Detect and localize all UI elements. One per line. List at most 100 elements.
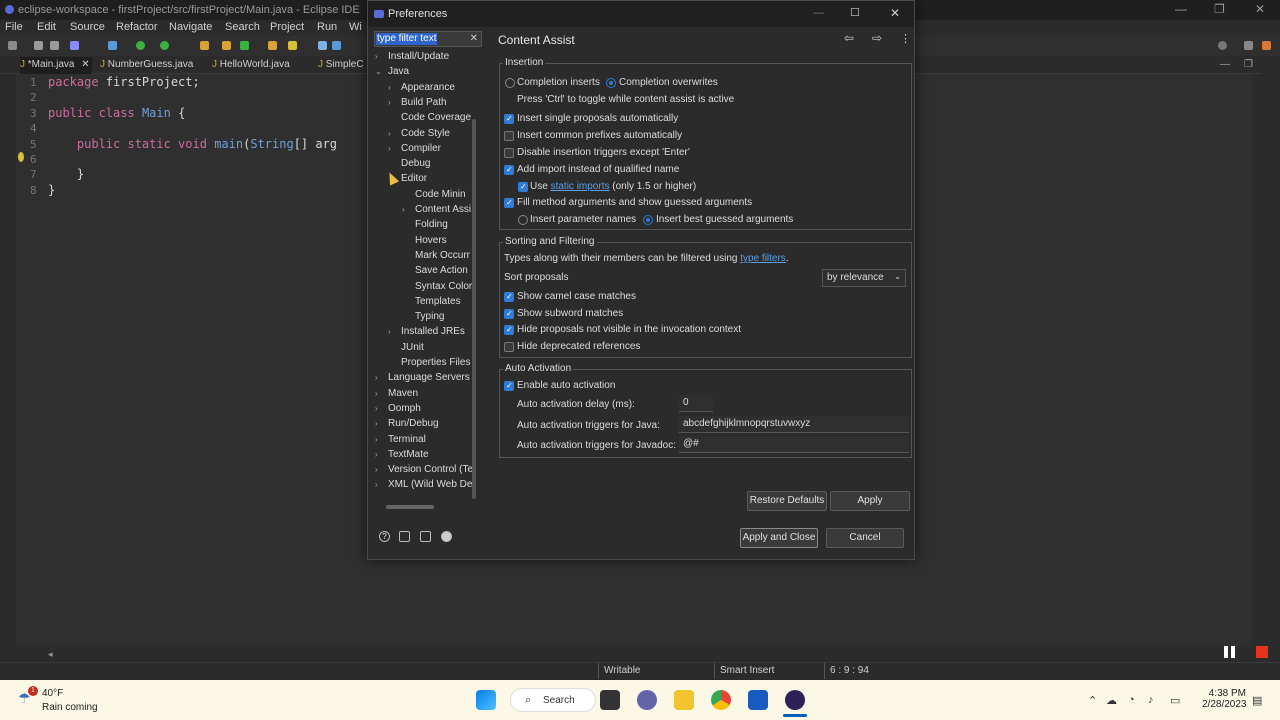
java-triggers-input[interactable]: abcdefghijklmnopqrstuvwxyz — [679, 416, 909, 433]
search-icon[interactable] — [1218, 41, 1227, 50]
insert-best-guessed-label[interactable]: Insert best guessed arguments — [656, 214, 793, 225]
volume-icon[interactable]: ♪ — [1148, 694, 1154, 706]
tree-item[interactable]: Content Assi — [415, 204, 471, 215]
completion-inserts-radio[interactable] — [505, 78, 515, 88]
tab-close-icon[interactable]: ✕ — [81, 59, 89, 70]
insert-param-names-label[interactable]: Insert parameter names — [530, 214, 636, 225]
add-import-label[interactable]: Add import instead of qualified name — [517, 164, 679, 175]
taskbar-clock[interactable]: 4:38 PM 2/28/2023 — [1202, 688, 1247, 710]
restore-defaults-button[interactable]: Restore Defaults — [747, 491, 827, 511]
insert-param-names-radio[interactable] — [518, 215, 528, 225]
chevron-right-icon[interactable]: › — [375, 450, 378, 459]
tab-main-java[interactable]: J *Main.java ✕ — [20, 57, 92, 74]
single-proposals-checkbox[interactable] — [504, 114, 514, 124]
new-class-icon[interactable] — [222, 41, 231, 50]
tree-item[interactable]: Compiler — [401, 143, 441, 154]
open-type-icon[interactable] — [268, 41, 277, 50]
tree-item[interactable]: XML (Wild Web De — [388, 479, 472, 490]
tree-item[interactable]: JUnit — [401, 342, 424, 353]
menu-edit[interactable]: Edit — [37, 21, 56, 33]
code-line[interactable]: } — [48, 167, 84, 181]
scroll-left-icon[interactable]: ◂ — [48, 649, 53, 660]
hide-deprecated-label[interactable]: Hide deprecated references — [517, 341, 640, 352]
horizontal-scrollbar[interactable]: ◂ — [44, 648, 1254, 662]
camel-case-label[interactable]: Show camel case matches — [517, 291, 636, 302]
stop-record-icon[interactable] — [1256, 646, 1268, 658]
pause-icon[interactable] — [1231, 646, 1235, 658]
minimize-editor-icon[interactable]: — — [1220, 59, 1230, 70]
highlight-icon[interactable] — [288, 41, 297, 50]
wifi-icon[interactable]: ◔ — [1128, 694, 1135, 706]
menu-search[interactable]: Search — [225, 21, 260, 33]
type-filters-link[interactable]: type filters — [740, 253, 786, 264]
add-import-checkbox[interactable] — [504, 165, 514, 175]
refresh-icon[interactable] — [240, 41, 249, 50]
quick-fix-icon[interactable] — [18, 152, 24, 162]
chrome-icon[interactable] — [711, 690, 731, 710]
cancel-button[interactable]: Cancel — [826, 528, 904, 548]
common-prefixes-checkbox[interactable] — [504, 131, 514, 141]
code-line[interactable]: public class Main { — [48, 106, 185, 120]
pause-icon[interactable] — [1224, 646, 1228, 658]
tree-item[interactable]: Mark Occurr — [415, 250, 470, 261]
chevron-right-icon[interactable]: › — [375, 419, 378, 428]
tree-item[interactable]: Folding — [415, 219, 448, 230]
tree-item[interactable]: Install/Update — [388, 51, 449, 62]
task-view-icon[interactable] — [600, 690, 620, 710]
tree-item[interactable]: Templates — [415, 296, 461, 307]
disable-triggers-label[interactable]: Disable insertion triggers except 'Enter… — [517, 147, 690, 158]
menu-navigate[interactable]: Navigate — [169, 21, 212, 33]
chevron-down-icon[interactable]: ⌄ — [375, 67, 382, 76]
chevron-right-icon[interactable]: › — [388, 144, 391, 153]
oomph-record-icon[interactable] — [441, 531, 452, 542]
run-icon[interactable] — [136, 41, 145, 50]
chevron-right-icon[interactable]: › — [375, 52, 378, 61]
chevron-right-icon[interactable]: › — [388, 129, 391, 138]
delay-input[interactable]: 0 — [679, 395, 713, 412]
java-perspective-icon[interactable] — [1262, 41, 1271, 50]
disable-triggers-checkbox[interactable] — [504, 148, 514, 158]
chevron-right-icon[interactable]: › — [375, 480, 378, 489]
javadoc-triggers-input[interactable]: @# — [679, 436, 909, 453]
tree-item[interactable]: Debug — [401, 158, 430, 169]
tree-item[interactable]: Oomph — [388, 403, 421, 414]
tree-item[interactable]: Run/Debug — [388, 418, 439, 429]
notifications-icon[interactable]: ▤ — [1252, 694, 1262, 707]
close-icon[interactable]: ✕ — [890, 6, 900, 20]
tree-horizontal-scrollbar[interactable] — [386, 505, 434, 509]
completion-inserts-label[interactable]: Completion inserts — [517, 77, 600, 88]
new-icon[interactable] — [8, 41, 17, 50]
completion-overwrites-radio[interactable] — [606, 78, 616, 88]
tree-item[interactable]: Version Control (Te — [388, 464, 473, 475]
tree-item[interactable]: Installed JREs — [401, 326, 465, 337]
tree-item[interactable]: Typing — [415, 311, 444, 322]
maximize-editor-icon[interactable]: ❐ — [1244, 59, 1253, 70]
tab-numberguess-java[interactable]: J NumberGuess.java — [100, 57, 200, 74]
tree-item[interactable]: TextMate — [388, 449, 429, 460]
show-hidden-icons-icon[interactable]: ⌃ — [1088, 694, 1097, 707]
tree-item[interactable]: Editor — [401, 173, 427, 184]
tree-item[interactable]: Hovers — [415, 235, 447, 246]
battery-icon[interactable]: ▭ — [1170, 694, 1180, 707]
back-icon[interactable]: ⇦ — [844, 31, 854, 45]
tree-item[interactable]: Code Minin — [415, 189, 466, 200]
eclipse-taskbar-icon[interactable] — [785, 690, 805, 710]
chevron-right-icon[interactable]: › — [375, 465, 378, 474]
save-icon[interactable] — [34, 41, 43, 50]
menu-refactor[interactable]: Refactor — [116, 21, 158, 33]
perspective-icon[interactable] — [1244, 41, 1253, 50]
chevron-right-icon[interactable]: › — [402, 205, 405, 214]
tree-item[interactable]: Terminal — [388, 434, 426, 445]
static-imports-label[interactable]: Use — [530, 181, 548, 192]
tree-item[interactable]: Java — [388, 66, 409, 77]
view-menu-icon[interactable]: ⋮ — [900, 32, 911, 45]
prev-annotation-icon[interactable] — [332, 41, 341, 50]
import-icon[interactable] — [399, 531, 410, 542]
insert-best-guessed-radio[interactable] — [643, 215, 653, 225]
chevron-right-icon[interactable]: › — [388, 327, 391, 336]
common-prefixes-label[interactable]: Insert common prefixes automatically — [517, 130, 682, 141]
forward-icon[interactable]: ⇨ — [872, 31, 882, 45]
onedrive-icon[interactable]: ☁ — [1106, 694, 1117, 707]
fill-method-checkbox[interactable] — [504, 198, 514, 208]
maximize-icon[interactable]: ☐ — [850, 6, 860, 19]
